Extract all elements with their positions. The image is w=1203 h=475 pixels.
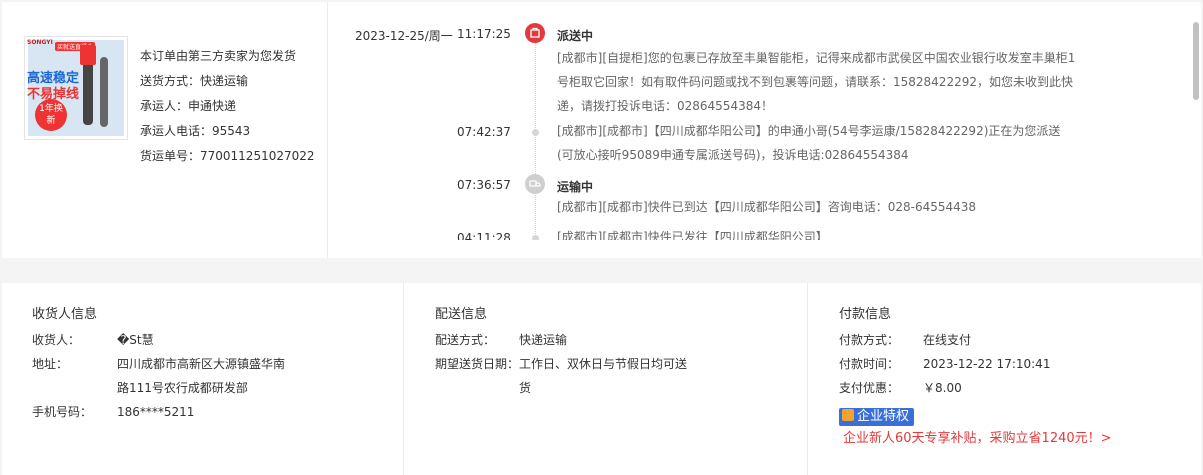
tracking-number: 货运单号：770011251027022 [140, 149, 315, 163]
delivery-date-line1: 工作日、双休日与节假日均可送 [519, 357, 688, 371]
timeline-text: [成都市][成都市]【四川成都华阳公司】的申通小哥(54号李运康/1582842… [557, 124, 1061, 162]
transit-icon [525, 174, 545, 194]
consignee-name: �St慧 [117, 333, 154, 347]
consignee-title: 收货人信息 [32, 307, 98, 322]
timeline-time: 07:42:37 [457, 125, 511, 139]
delivery-title: 配送信息 [435, 307, 488, 322]
payment-discount: ￥8.00 [923, 381, 962, 395]
timeline-time: 04:11:28 [457, 231, 511, 240]
shipping-method: 送货方式：快递运输 [140, 74, 249, 88]
timeline-line [535, 38, 536, 240]
timeline-date: 2023-12-25/周一 [355, 29, 453, 43]
timeline-text: [成都市][成都市]快件已发往【四川成都华阳公司】 [557, 230, 828, 240]
crown-icon [842, 409, 854, 421]
carrier-phone: 承运人电话：95543 [140, 124, 251, 138]
delivery-icon [525, 23, 545, 43]
order-info-panel: 收货人信息 收货人： �St慧 地址： 四川成都市高新区大源镇盛华南 路111号… [2, 283, 1201, 475]
delivery-method-label: 配送方式： [435, 333, 496, 347]
timeline-time: 11:17:25 [457, 27, 511, 41]
payment-discount-label: 支付优惠： [839, 381, 900, 395]
address-label: 地址： [32, 357, 69, 371]
timeline-text: [成都市][自提柜]您的包裹已存放至丰巢智能柜，记得来成都市武侯区中国农业银行收… [557, 51, 1076, 113]
timeline-scrollbar[interactable] [1193, 22, 1199, 100]
enterprise-badge-label: 企业特权 [857, 409, 910, 424]
consignee-name-label: 收货人： [32, 333, 81, 347]
consignee-section: 收货人信息 收货人： �St慧 地址： 四川成都市高新区大源镇盛华南 路111号… [2, 283, 404, 475]
shipment-summary: SONGYI 买就送直通头 高速稳定 不易掉线 1年换新 本订单由第三方卖家为您… [2, 2, 328, 258]
payment-time: 2023-12-22 17:10:41 [923, 357, 1051, 371]
timeline-status: 运输中 [557, 180, 594, 194]
address-line1: 四川成都市高新区大源镇盛华南 [117, 357, 286, 371]
seller-note: 本订单由第三方卖家为您发货 [140, 49, 297, 63]
carrier: 承运人：申通快递 [140, 99, 237, 113]
cable-graphic [100, 57, 108, 127]
delivery-method: 快递运输 [519, 333, 568, 347]
timeline-dot [532, 129, 539, 136]
logistics-panel: SONGYI 买就送直通头 高速稳定 不易掉线 1年换新 本订单由第三方卖家为您… [2, 2, 1201, 258]
payment-time-label: 付款时间： [839, 357, 900, 371]
payment-section: 付款信息 付款方式： 在线支付 付款时间： 2023-12-22 17:10:4… [809, 283, 1201, 475]
payment-method: 在线支付 [923, 333, 972, 347]
product-image-brand: SONGYI [27, 39, 53, 46]
enterprise-badge[interactable]: 企业特权 [839, 408, 915, 426]
phone-number: 186****5211 [117, 405, 195, 419]
shipping-info: 本订单由第三方卖家为您发货 送货方式：快递运输 承运人：申通快递 承运人电话：9… [140, 47, 315, 172]
delivery-date-label: 期望送货日期： [435, 357, 520, 371]
payment-method-label: 付款方式： [839, 333, 900, 347]
payment-title: 付款信息 [839, 307, 892, 322]
address-line2: 路111号农行成都研发部 [117, 381, 248, 395]
timeline-dot [532, 235, 539, 240]
enterprise-promo-link[interactable]: 企业新人60天专享补贴，采购立省1240元！> [843, 428, 1112, 450]
tracking-timeline[interactable]: 2023-12-25/周一 11:17:25 派送中 [成都市][自提柜]您的包… [330, 2, 1190, 240]
timeline-time: 07:36:57 [457, 178, 511, 192]
timeline-text: [成都市][成都市]快件已到达【四川成都华阳公司】咨询电话：028-645544… [557, 200, 977, 214]
product-image-badge: 1年换新 [35, 99, 67, 131]
timeline-status: 派送中 [557, 29, 594, 43]
plug-graphic [80, 45, 96, 65]
phone-label: 手机号码： [32, 405, 93, 419]
product-image[interactable]: SONGYI 买就送直通头 高速稳定 不易掉线 1年换新 [24, 36, 128, 140]
delivery-date-line2: 货 [519, 381, 532, 395]
delivery-section: 配送信息 配送方式： 快递运输 期望送货日期： 工作日、双休日与节假日均可送 货 [405, 283, 808, 475]
